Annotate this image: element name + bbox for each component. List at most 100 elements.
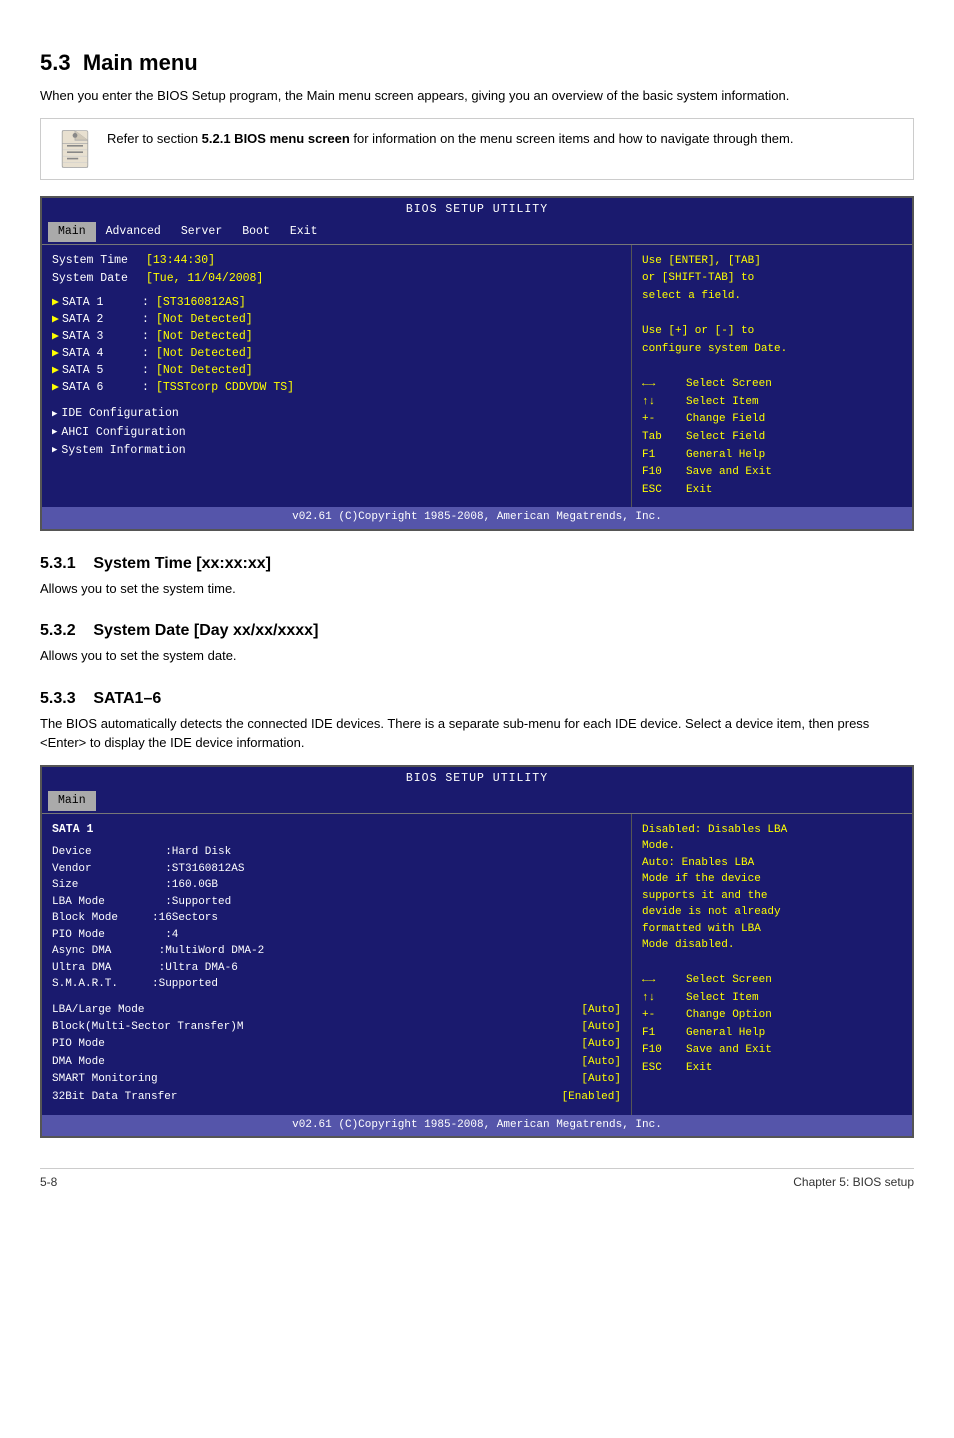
nav-tab-1: Tab Select Field (642, 429, 902, 447)
bios-screen-2: BIOS SETUP UTILITY Main SATA 1 Device :H… (40, 765, 914, 1139)
bios-menu-exit[interactable]: Exit (280, 222, 328, 242)
bios-sata-5-row: ▶ SATA 5 : [Not Detected] (52, 363, 621, 379)
sata-1-value: [ST3160812AS] (156, 295, 246, 311)
section-heading: 5.3 Main menu (40, 50, 914, 76)
bios-sata-2-row: ▶ SATA 2 : [Not Detected] (52, 312, 621, 328)
nav2-pm: +- Change Option (642, 1007, 902, 1025)
opt-val-4: [Auto] (581, 1072, 621, 1087)
device-row-5: PIO Mode :4 (52, 927, 621, 944)
nav2-desc-f1: General Help (686, 1025, 765, 1043)
right-text-1: Use [ENTER], [TAB] (642, 253, 902, 271)
device-row-7: Ultra DMA :Ultra DMA-6 (52, 960, 621, 977)
r2-t4: Mode if the device (642, 871, 902, 888)
dev-key-1: Vendor (52, 861, 152, 878)
nav-desc-tab-1: Select Field (686, 429, 765, 447)
opt-label-1: Block(Multi-Sector Transfer)M (52, 1020, 243, 1035)
nav-desc-esc-1: Exit (686, 482, 712, 500)
nav-desc-pm-1: Change Field (686, 411, 765, 429)
r2-t2: Mode. (642, 838, 902, 855)
device-row-6: Async DMA :MultiWord DMA-2 (52, 943, 621, 960)
bios-menu-server[interactable]: Server (171, 222, 232, 242)
page-footer: 5-8 Chapter 5: BIOS setup (40, 1168, 914, 1189)
nav-esc-1: ESC Exit (642, 482, 902, 500)
nav-pm-1: +- Change Field (642, 411, 902, 429)
bios2-menu-main[interactable]: Main (48, 791, 96, 811)
bios-menu-main[interactable]: Main (48, 222, 96, 242)
device-row-0: Device :Hard Disk (52, 844, 621, 861)
nav-key-esc-1: ESC (642, 482, 682, 500)
nav-desc-f1-1: General Help (686, 447, 765, 465)
bios-title-bar-2: BIOS SETUP UTILITY (42, 767, 912, 789)
sata-6-label: SATA 6 (62, 380, 142, 396)
opt-label-5: 32Bit Data Transfer (52, 1090, 177, 1105)
opt-row-5: 32Bit Data Transfer [Enabled] (52, 1090, 621, 1105)
bios-nav-2: ←→ Select Screen ↑↓ Select Item +- Chang… (642, 972, 902, 1078)
bios-sata-4-row: ▶ SATA 4 : [Not Detected] (52, 346, 621, 362)
r2-t8: Mode disabled. (642, 937, 902, 954)
note-text: Refer to section 5.2.1 BIOS menu screen … (107, 129, 793, 149)
bios-menu-advanced[interactable]: Advanced (96, 222, 171, 242)
device-row-8: S.M.A.R.T. :Supported (52, 976, 621, 993)
sub-heading-531: 5.3.1 System Time [xx:xx:xx] (40, 555, 914, 573)
nav2-key-lr: ←→ (642, 972, 682, 990)
bios-menu-bar-1: Main Advanced Server Boot Exit (42, 220, 912, 244)
nav2-ud: ↑↓ Select Item (642, 990, 902, 1008)
bios-screen-1: BIOS SETUP UTILITY Main Advanced Server … (40, 196, 914, 531)
nav-leftright-1: ←→ Select Screen (642, 376, 902, 394)
bios-left-panel-2: SATA 1 Device :Hard Disk Vendor :ST31608… (42, 814, 632, 1115)
section-number: 5.3 (40, 50, 71, 75)
sub-heading-532: 5.3.2 System Date [Day xx/xx/xxxx] (40, 622, 914, 640)
sata-4-label: SATA 4 (62, 346, 142, 362)
intro-text: When you enter the BIOS Setup program, t… (40, 86, 914, 106)
bios-footer-2: v02.61 (C)Copyright 1985-2008, American … (42, 1115, 912, 1136)
nav2-desc-pm: Change Option (686, 1007, 772, 1025)
nav2-esc: ESC Exit (642, 1060, 902, 1078)
bios-system-date-row: System Date [Tue, 11/04/2008] (52, 271, 621, 287)
opt-row-2: PIO Mode [Auto] (52, 1037, 621, 1052)
opt-row-4: SMART Monitoring [Auto] (52, 1072, 621, 1087)
dev-key-8: S.M.A.R.T. (52, 976, 152, 993)
body-533: The BIOS automatically detects the conne… (40, 714, 914, 753)
bios-sata-3-row: ▶ SATA 3 : [Not Detected] (52, 329, 621, 345)
sub-title-533: SATA1–6 (93, 690, 161, 707)
nav-key-ud-1: ↑↓ (642, 394, 682, 412)
sata1-header: SATA 1 (52, 822, 621, 838)
sata-2-label: SATA 2 (62, 312, 142, 328)
sata-3-value: [Not Detected] (156, 329, 253, 345)
opt-row-1: Block(Multi-Sector Transfer)M [Auto] (52, 1020, 621, 1035)
system-date-label: System Date (52, 271, 142, 287)
nav2-desc-ud: Select Item (686, 990, 759, 1008)
note-bold: 5.2.1 BIOS menu screen (202, 131, 350, 146)
ide-config-label: IDE Configuration (61, 406, 178, 422)
bios-menu-boot[interactable]: Boot (232, 222, 280, 242)
device-row-4: Block Mode :16Sectors (52, 910, 621, 927)
opt-val-1: [Auto] (581, 1020, 621, 1035)
r2-t7: formatted with LBA (642, 921, 902, 938)
opt-val-5: [Enabled] (562, 1090, 621, 1105)
right-text-5: Use [+] or [-] to (642, 323, 902, 341)
bios-footer-1: v02.61 (C)Copyright 1985-2008, American … (42, 507, 912, 528)
sata-1-label: SATA 1 (62, 295, 142, 311)
nav2-key-pm: +- (642, 1007, 682, 1025)
ahci-config-item[interactable]: AHCI Configuration (52, 425, 621, 441)
nav-key-f1-1: F1 (642, 447, 682, 465)
opt-val-3: [Auto] (581, 1055, 621, 1070)
nav-key-pm-1: +- (642, 411, 682, 429)
bios-sata-6-row: ▶ SATA 6 : [TSSTcorp CDDVDW TS] (52, 380, 621, 396)
dev-key-5: PIO Mode (52, 927, 152, 944)
nav-key-tab-1: Tab (642, 429, 682, 447)
body-531: Allows you to set the system time. (40, 579, 914, 599)
bios-content-2: SATA 1 Device :Hard Disk Vendor :ST31608… (42, 814, 912, 1115)
note-box: Refer to section 5.2.1 BIOS menu screen … (40, 118, 914, 180)
nav-desc-f10-1: Save and Exit (686, 464, 772, 482)
ide-config-item[interactable]: IDE Configuration (52, 406, 621, 422)
r2-t6: devide is not already (642, 904, 902, 921)
bios-menu-bar-2: Main (42, 789, 912, 813)
opt-label-0: LBA/Large Mode (52, 1003, 144, 1018)
opt-label-2: PIO Mode (52, 1037, 105, 1052)
system-info-item[interactable]: System Information (52, 443, 621, 459)
nav2-f10: F10 Save and Exit (642, 1042, 902, 1060)
nav2-key-esc: ESC (642, 1060, 682, 1078)
right-text-spacer (642, 305, 902, 323)
nav-key-f10-1: F10 (642, 464, 682, 482)
